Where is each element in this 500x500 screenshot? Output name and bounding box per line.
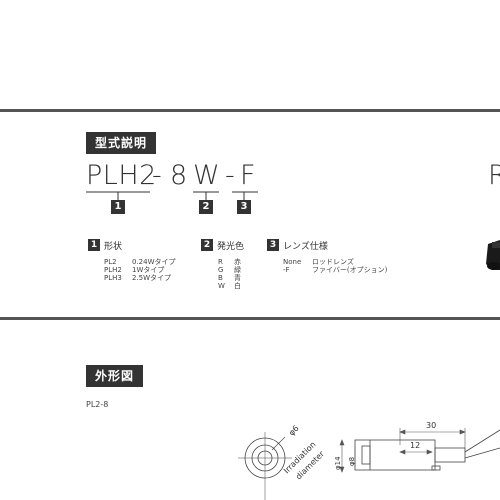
dim-12-label: 12 bbox=[410, 441, 421, 450]
dimension-lines bbox=[339, 428, 466, 473]
dim-phi14-label: φ14 bbox=[334, 456, 342, 470]
dim-30-label: 30 bbox=[426, 421, 437, 430]
dim-phi8-label: φ8 bbox=[348, 456, 356, 466]
outline-drawing bbox=[238, 428, 500, 500]
